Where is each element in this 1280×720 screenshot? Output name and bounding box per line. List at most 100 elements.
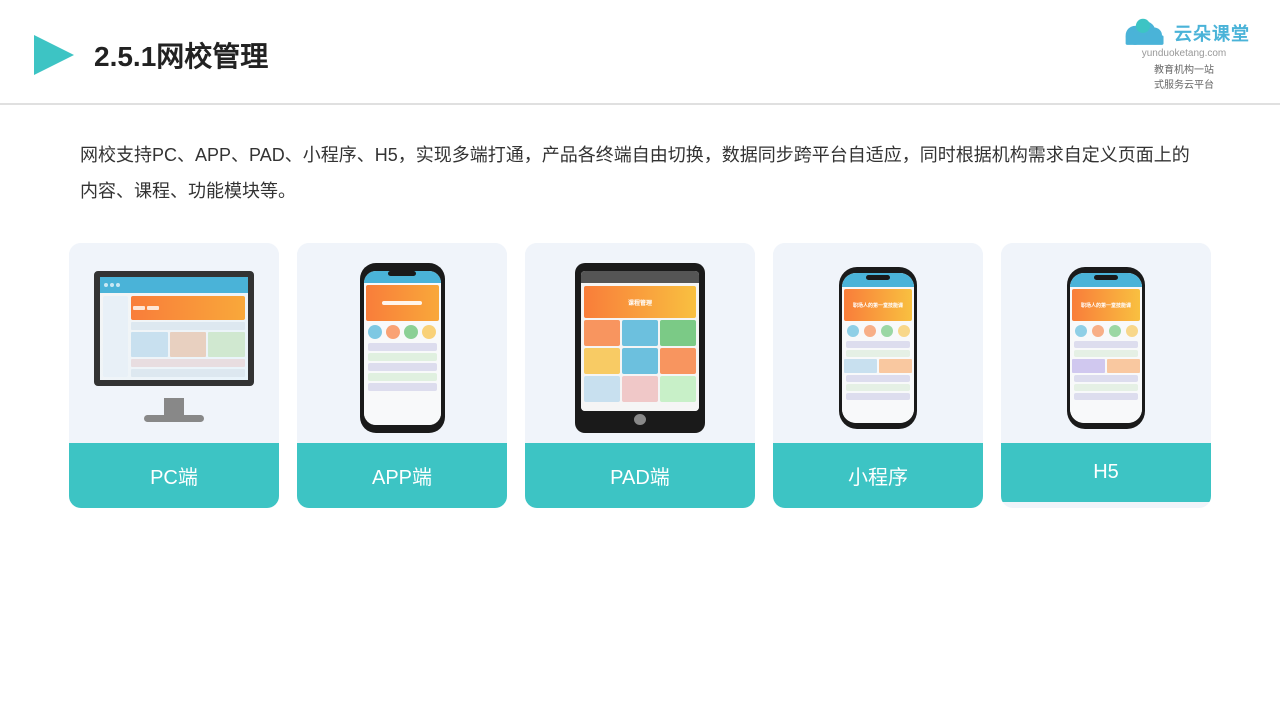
phone-small-row4 <box>846 384 910 391</box>
phone-screen <box>364 271 441 425</box>
h5-card1 <box>1072 359 1105 373</box>
tablet-cards-row3 <box>584 376 696 402</box>
card-label-miniprogram: 小程序 <box>773 443 983 508</box>
h5-phone-icons <box>1072 323 1140 339</box>
phone-small-icon3 <box>881 325 893 337</box>
tablet-card1 <box>584 320 620 346</box>
screen-banner-text <box>133 306 145 310</box>
tablet-banner-text: 课程管理 <box>628 298 652 307</box>
phone-list4 <box>368 373 437 381</box>
screen-dot <box>116 283 120 287</box>
screen-mini-card3 <box>208 332 245 357</box>
screen-main <box>131 296 245 377</box>
screen-dot <box>110 283 114 287</box>
phone-small-notch <box>866 275 890 280</box>
tablet-screen: 课程管理 <box>581 271 699 411</box>
tablet-banner: 课程管理 <box>584 286 696 318</box>
card-miniprogram: 职场人的第一堂技能课 <box>773 243 983 508</box>
tablet-card3 <box>660 320 696 346</box>
phone-list3 <box>368 363 437 371</box>
logo-area: 云朵课堂 yunduoketang.com 教育机构一站 式服务云平台 <box>1118 18 1250 91</box>
card-image-pad: 课程管理 <box>525 243 755 443</box>
card-image-h5: 职场人的第一堂技能课 <box>1001 243 1211 443</box>
card-label-pc: PC端 <box>69 443 279 508</box>
monitor-screen <box>94 271 254 386</box>
tablet-card9 <box>660 376 696 402</box>
pad-tablet-mockup: 课程管理 <box>575 263 705 433</box>
h5-row3 <box>1074 375 1138 382</box>
phone-small-content: 职场人的第一堂技能课 <box>842 287 914 423</box>
h5-phone-banner: 职场人的第一堂技能课 <box>1072 289 1140 321</box>
screen-banner <box>131 296 245 320</box>
header: 2.5.1网校管理 云朵课堂 yunduoketang.com 教育机构一站 式… <box>0 0 1280 105</box>
screen-row3 <box>131 369 245 377</box>
phone-list1 <box>368 343 437 351</box>
phone-small-row5 <box>846 393 910 400</box>
tablet-home-btn <box>634 414 646 425</box>
phone-small-row1 <box>846 341 910 348</box>
phone-icon1 <box>368 325 382 339</box>
logo-tagline: 教育机构一站 式服务云平台 <box>1154 61 1214 91</box>
phone-small-icons <box>844 323 912 339</box>
monitor-base <box>144 415 204 422</box>
phone-icon4 <box>422 325 436 339</box>
phone-notch <box>388 271 416 276</box>
tablet-card8 <box>622 376 658 402</box>
cards-section: PC端 <box>0 233 1280 518</box>
h5-row4 <box>1074 384 1138 391</box>
h5-icon4 <box>1126 325 1138 337</box>
card-image-miniprogram: 职场人的第一堂技能课 <box>773 243 983 443</box>
screen-header-bar <box>100 277 248 293</box>
cloud-icon <box>1118 18 1168 48</box>
monitor-stand <box>164 398 184 416</box>
card-app: APP端 <box>297 243 507 508</box>
header-left: 2.5.1网校管理 <box>30 31 268 79</box>
description-text: 网校支持PC、APP、PAD、小程序、H5，实现多端打通，产品各终端自由切换，数… <box>80 137 1200 209</box>
h5-card2 <box>1107 359 1140 373</box>
h5-icon2 <box>1092 325 1104 337</box>
phone-icon3 <box>404 325 418 339</box>
h5-phone-screen: 职场人的第一堂技能课 <box>1070 273 1142 423</box>
description: 网校支持PC、APP、PAD、小程序、H5，实现多端打通，产品各终端自由切换，数… <box>0 105 1280 233</box>
card-label-app: APP端 <box>297 443 507 508</box>
phone-small-card1 <box>844 359 877 373</box>
logo-url: yunduoketang.com <box>1142 48 1227 59</box>
play-icon <box>30 31 78 79</box>
h5-phone-notch <box>1094 275 1118 280</box>
tablet-card6 <box>660 348 696 374</box>
card-pad: 课程管理 <box>525 243 755 508</box>
screen-row2 <box>131 359 245 367</box>
phone-small-screen: 职场人的第一堂技能课 <box>842 273 914 423</box>
card-label-pad: PAD端 <box>525 443 755 508</box>
tablet-cards-row2 <box>584 348 696 374</box>
phone-banner <box>366 285 439 321</box>
screen-mini-card1 <box>131 332 168 357</box>
h5-phone-mockup: 职场人的第一堂技能课 <box>1067 267 1145 429</box>
phone-banner-line <box>382 301 422 305</box>
screen-sidebar <box>103 296 128 377</box>
h5-row5 <box>1074 393 1138 400</box>
phone-content <box>364 283 441 425</box>
card-h5: 职场人的第一堂技能课 <box>1001 243 1211 508</box>
h5-icon3 <box>1109 325 1121 337</box>
h5-row2 <box>1074 350 1138 357</box>
pc-monitor-mockup <box>89 271 259 426</box>
screen-row1 <box>131 322 245 330</box>
app-phone-mockup <box>360 263 445 433</box>
phone-small-icon4 <box>898 325 910 337</box>
tablet-card5 <box>622 348 658 374</box>
screen-content <box>100 277 248 380</box>
phone-list5 <box>368 383 437 391</box>
h5-icon1 <box>1075 325 1087 337</box>
screen-banner-text2 <box>147 306 159 310</box>
phone-icons-row <box>366 323 439 341</box>
h5-card-row <box>1072 359 1140 373</box>
logo-cloud: 云朵课堂 <box>1118 18 1250 48</box>
tablet-card7 <box>584 376 620 402</box>
tablet-content: 课程管理 <box>581 283 699 411</box>
logo-text: 云朵课堂 <box>1174 20 1250 46</box>
phone-small-row3 <box>846 375 910 382</box>
tablet-card2 <box>622 320 658 346</box>
tablet-status-bar <box>581 271 699 283</box>
h5-phone-banner-text: 职场人的第一堂技能课 <box>1081 302 1131 309</box>
